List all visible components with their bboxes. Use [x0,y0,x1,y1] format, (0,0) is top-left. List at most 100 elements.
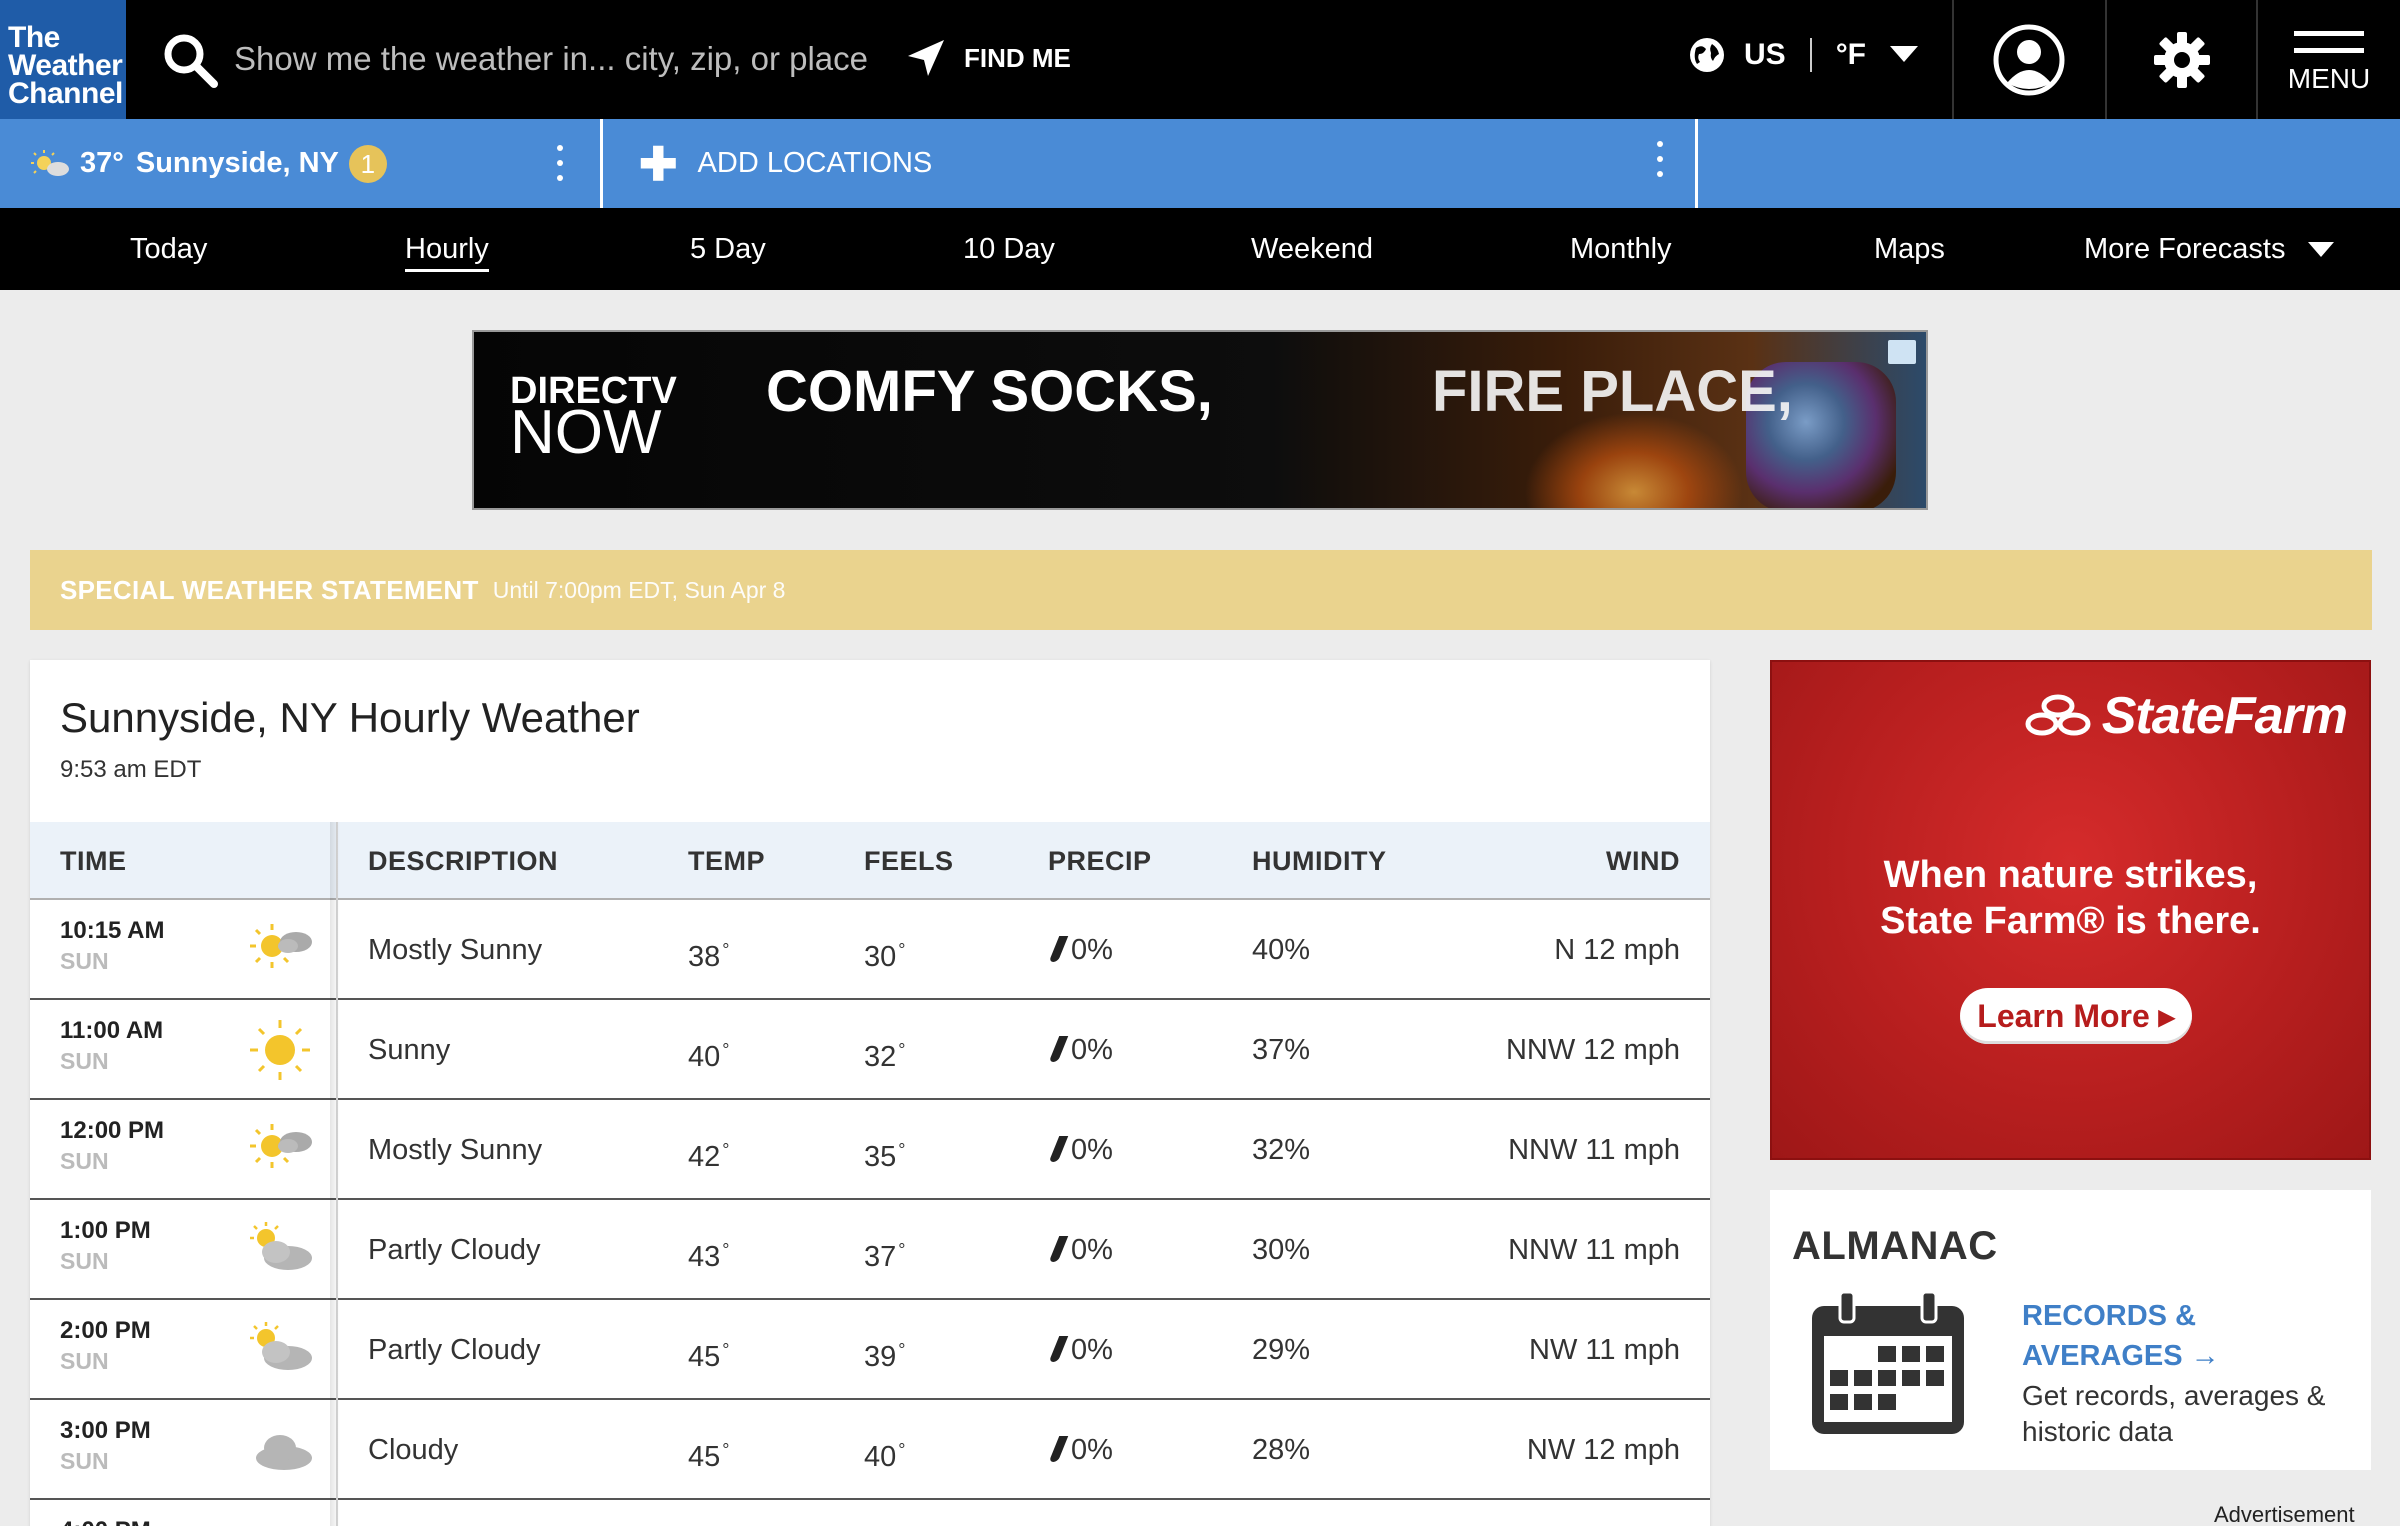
location-name: Sunnyside, NY [135,147,339,179]
almanac-module: ALMANAC RECORDS & AVERAGES → Get records… [1770,1190,2371,1470]
find-me-button[interactable]: FIND ME [904,36,1071,80]
humidity-cell: 32% [1252,1134,1311,1166]
precip-cell: 0% [1048,1200,1113,1300]
mostly-sunny-icon [31,149,69,176]
ad-choices-icon[interactable] [1888,340,1916,364]
column-header-wind: WIND [1606,846,1680,876]
saved-location-sunnyside[interactable]: 37° Sunnyside, NY 1 [0,119,598,208]
alert-count-badge: 1 [348,144,387,183]
raindrop-icon [1048,1136,1069,1162]
tab-maps[interactable]: Maps [1874,208,1945,290]
hour-cell: 12:00 PM SUN [60,1116,164,1176]
table-row[interactable]: 1:00 PM SUN Partly Cloudy 43 ° 37 ° 0% 30% NNW 11… [30,1200,1710,1300]
globe-icon [1690,38,1724,72]
mostly-sunny-icon [250,924,312,968]
tab-more-forecasts[interactable]: More Forecasts [2084,208,2334,290]
alert-expiry: Until 7:00pm EDT, Sun Apr 8 [492,576,786,603]
table-row[interactable]: 2:00 PM SUN Partly Cloudy 45 ° 39 ° 0% 29% NW 11 … [30,1300,1710,1400]
humidity-cell: 29% [1252,1334,1311,1366]
precip-cell: 0% [1048,1000,1113,1100]
column-header-description: DESCRIPTION [368,846,559,876]
temp-cell: 45 ° [688,1440,730,1473]
hour-time: 12:00 PM [60,1117,165,1144]
search-input[interactable] [234,36,874,82]
sunny-icon [250,1020,310,1080]
table-row[interactable]: 10:15 AM SUN Mostly Sunny 38 ° 30 ° 0% 40% N 12 m… [30,900,1710,1000]
hour-cell: 1:00 PM SUN [60,1216,151,1276]
hour-day: SUN [60,1148,109,1174]
temp-cell: 43 ° [688,1240,730,1273]
divider [1809,38,1812,72]
statefarm-ovals-icon [2025,694,2091,736]
statefarm-ad[interactable]: StateFarm When nature strikes, State Far… [1770,660,2371,1160]
table-header: TIME DESCRIPTION TEMP FEELS PRECIP HUMID… [30,822,1710,900]
tab-hourly[interactable]: Hourly [405,208,489,290]
description-cell: Mostly Sunny [368,1134,543,1166]
precip-cell: 0% [1048,1300,1113,1400]
wind-cell: NW 12 mph [1526,1434,1680,1466]
wind-cell: NNW 12 mph [1505,1034,1680,1066]
tab-weekend[interactable]: Weekend [1251,208,1373,290]
column-header-temp: TEMP [688,846,766,876]
cloudy-icon [256,1435,312,1470]
hour-time: 3:00 PM [60,1417,151,1444]
statefarm-logo: StateFarm [2022,686,2348,746]
profile-button[interactable] [1954,0,2104,119]
directv-ad-banner[interactable]: DIRECTV NOW COMFY SOCKS, FIRE PLACE, [472,330,1928,510]
tab-today[interactable]: Today [130,208,207,290]
fireplace-image [1524,412,1744,508]
search-icon[interactable] [160,30,220,90]
location-temp: 37° [80,147,124,179]
feels-cell: 32 ° [864,1040,906,1073]
description-cell: Partly Cloudy [368,1334,541,1366]
hour-cell: 3:00 PM SUN [60,1416,151,1476]
weather-channel-logo[interactable]: The Weather Channel [0,0,126,119]
advertisement-label: Advertisement [2214,1502,2355,1526]
hour-time: 2:00 PM [60,1317,151,1344]
tab-monthly[interactable]: Monthly [1570,208,1672,290]
partly-cloudy-icon [250,1222,312,1270]
records-averages-link[interactable]: RECORDS & AVERAGES → [2022,1296,2352,1376]
table-row[interactable]: 4:00 PM [30,1500,1710,1526]
menu-button[interactable]: MENU [2258,0,2400,119]
hour-day: SUN [60,1448,109,1474]
add-locations-button[interactable]: ✚ ADD LOCATIONS [600,119,1698,208]
humidity-cell: 37% [1252,1034,1311,1066]
settings-button[interactable] [2107,0,2257,119]
region-unit-selector[interactable]: US °F [1688,36,1919,74]
raindrop-icon [1048,1236,1069,1262]
column-header-feels: FEELS [864,846,954,876]
wind-cell: N 12 mph [1554,934,1680,966]
precip-cell: 0% [1048,1100,1113,1200]
add-locations-options-icon[interactable] [1657,141,1667,177]
feels-cell: 37 ° [864,1240,906,1273]
description-cell: Sunny [368,1034,451,1066]
table-row[interactable]: 3:00 PM SUN Cloudy 45 ° 40 ° 0% 28% NW 12 mph [30,1400,1710,1500]
caret-down-icon [2307,242,2334,258]
precip-cell: 0% [1048,1400,1113,1500]
unit-label: °F [1835,38,1867,71]
location-options-icon[interactable] [557,145,567,181]
raindrop-icon [1048,936,1069,962]
learn-more-button[interactable]: Learn More ▸ [1960,988,2192,1044]
description-cell: Mostly Sunny [368,934,543,966]
tab-10-day[interactable]: 10 Day [963,208,1055,290]
directv-now-logo: DIRECTV NOW [510,370,677,467]
column-header-humidity: HUMIDITY [1252,846,1387,876]
raindrop-icon [1048,1336,1069,1362]
hour-cell: 11:00 AM SUN [60,1016,163,1076]
temp-cell: 38 ° [688,940,730,973]
ad-headline: COMFY SOCKS, [766,359,1213,424]
feels-cell: 40 ° [864,1440,906,1473]
humidity-cell: 30% [1252,1234,1311,1266]
page-title: Sunnyside, NY Hourly Weather [60,694,640,741]
column-header-precip: PRECIP [1048,846,1152,876]
table-row[interactable]: 11:00 AM SUN Sunny 40 ° 32 ° 0% 37% NNW 12 mph [30,1000,1710,1100]
table-row[interactable]: 12:00 PM SUN Mostly Sunny 42 ° 35 ° 0% 32% NNW 11… [30,1100,1710,1200]
tab-5-day[interactable]: 5 Day [690,208,766,290]
temp-cell: 42 ° [688,1140,730,1173]
description-cell: Partly Cloudy [368,1234,541,1266]
gear-icon [2154,31,2210,88]
weather-alert-banner[interactable]: SPECIAL WEATHER STATEMENT Until 7:00pm E… [30,550,2372,630]
location-bar: 37° Sunnyside, NY 1 ✚ ADD LOCATIONS [0,119,2400,208]
